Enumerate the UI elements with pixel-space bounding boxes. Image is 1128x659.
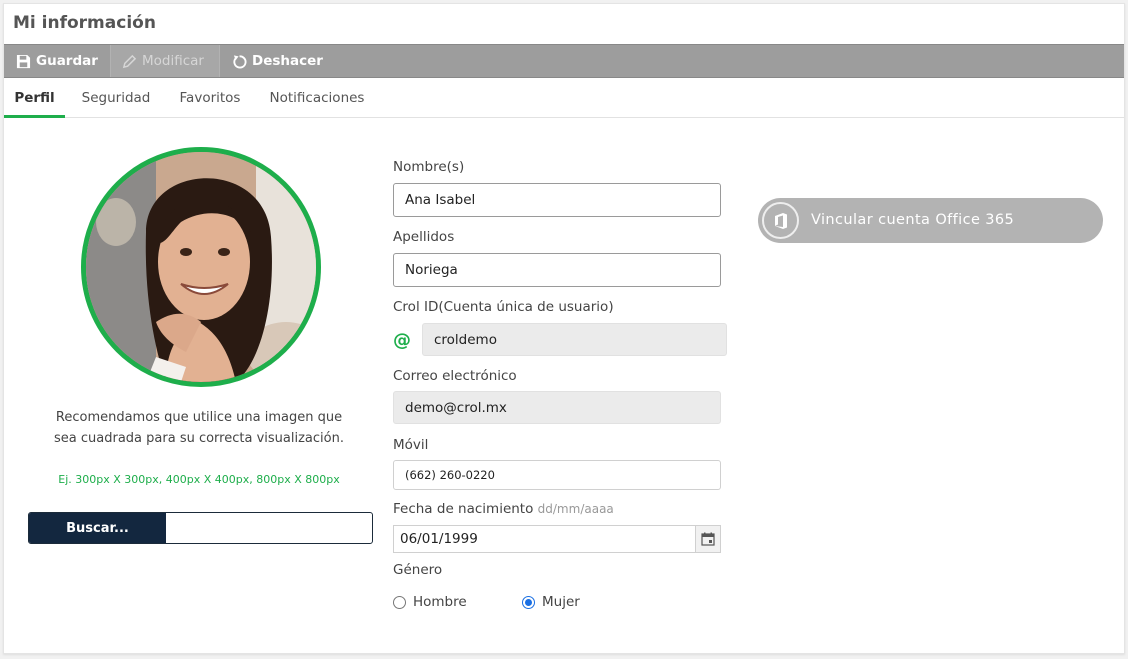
photo-hint: Recomendamos que utilice una imagen que … — [54, 410, 344, 446]
link-office365-button[interactable]: Vincular cuenta Office 365 — [758, 198, 1103, 243]
birthdate-format: dd/mm/aaaa — [537, 502, 614, 516]
photo-example-sizes: Ej. 300px X 300px, 400px X 400px, 800px … — [58, 473, 340, 486]
radio-mujer[interactable] — [522, 595, 535, 609]
last-name-label: Apellidos — [393, 229, 455, 245]
save-icon — [14, 52, 32, 70]
pencil-icon — [120, 52, 138, 70]
first-name-field[interactable] — [393, 183, 721, 217]
undo-label: Deshacer — [252, 53, 323, 69]
page-title: Mi información — [13, 13, 156, 33]
birthdate-field[interactable] — [394, 526, 694, 552]
email-label: Correo electrónico — [393, 368, 517, 384]
save-label: Guardar — [36, 53, 98, 69]
link-office365-label: Vincular cuenta Office 365 — [811, 212, 1015, 228]
tab-notificaciones[interactable]: Notificaciones — [263, 80, 371, 118]
mobile-field[interactable] — [393, 460, 721, 490]
office-icon — [762, 202, 799, 239]
calendar-icon[interactable] — [695, 526, 720, 552]
birthdate-label-text: Fecha de nacimiento — [393, 501, 534, 517]
birthdate-label: Fecha de nacimiento dd/mm/aaaa — [393, 501, 614, 517]
crol-id-label: Crol ID(Cuenta única de usuario) — [393, 299, 614, 315]
browse-button[interactable]: Buscar... — [29, 513, 166, 543]
email-field — [393, 391, 721, 424]
undo-icon — [230, 52, 248, 70]
undo-button[interactable]: Deshacer — [230, 45, 323, 77]
photo-file-input[interactable]: Buscar... — [28, 512, 373, 544]
gender-hombre-label: Hombre — [413, 594, 467, 610]
radio-hombre[interactable] — [393, 595, 406, 609]
gender-option-hombre[interactable]: Hombre — [393, 594, 467, 610]
gender-option-mujer[interactable]: Mujer — [522, 594, 580, 610]
tab-seguridad[interactable]: Seguridad — [75, 80, 157, 118]
birthdate-picker — [393, 525, 721, 553]
crol-id-field — [422, 323, 727, 356]
at-icon: @ — [393, 330, 411, 351]
tab-bar: Perfil Seguridad Favoritos Notificacione… — [4, 80, 1124, 118]
tab-perfil[interactable]: Perfil — [4, 80, 65, 118]
gender-mujer-label: Mujer — [542, 594, 580, 610]
gender-label: Género — [393, 562, 443, 578]
last-name-field[interactable] — [393, 253, 721, 287]
save-button[interactable]: Guardar — [14, 45, 98, 77]
tab-favoritos[interactable]: Favoritos — [173, 80, 247, 118]
toolbar: Guardar Modificar Deshacer — [4, 44, 1124, 78]
profile-panel: Mi información Guardar Modificar Deshace… — [3, 3, 1125, 654]
first-name-label: Nombre(s) — [393, 159, 465, 175]
edit-label: Modificar — [142, 53, 204, 69]
profile-photo — [81, 147, 321, 387]
mobile-label: Móvil — [393, 437, 429, 453]
edit-button[interactable]: Modificar — [110, 45, 220, 77]
